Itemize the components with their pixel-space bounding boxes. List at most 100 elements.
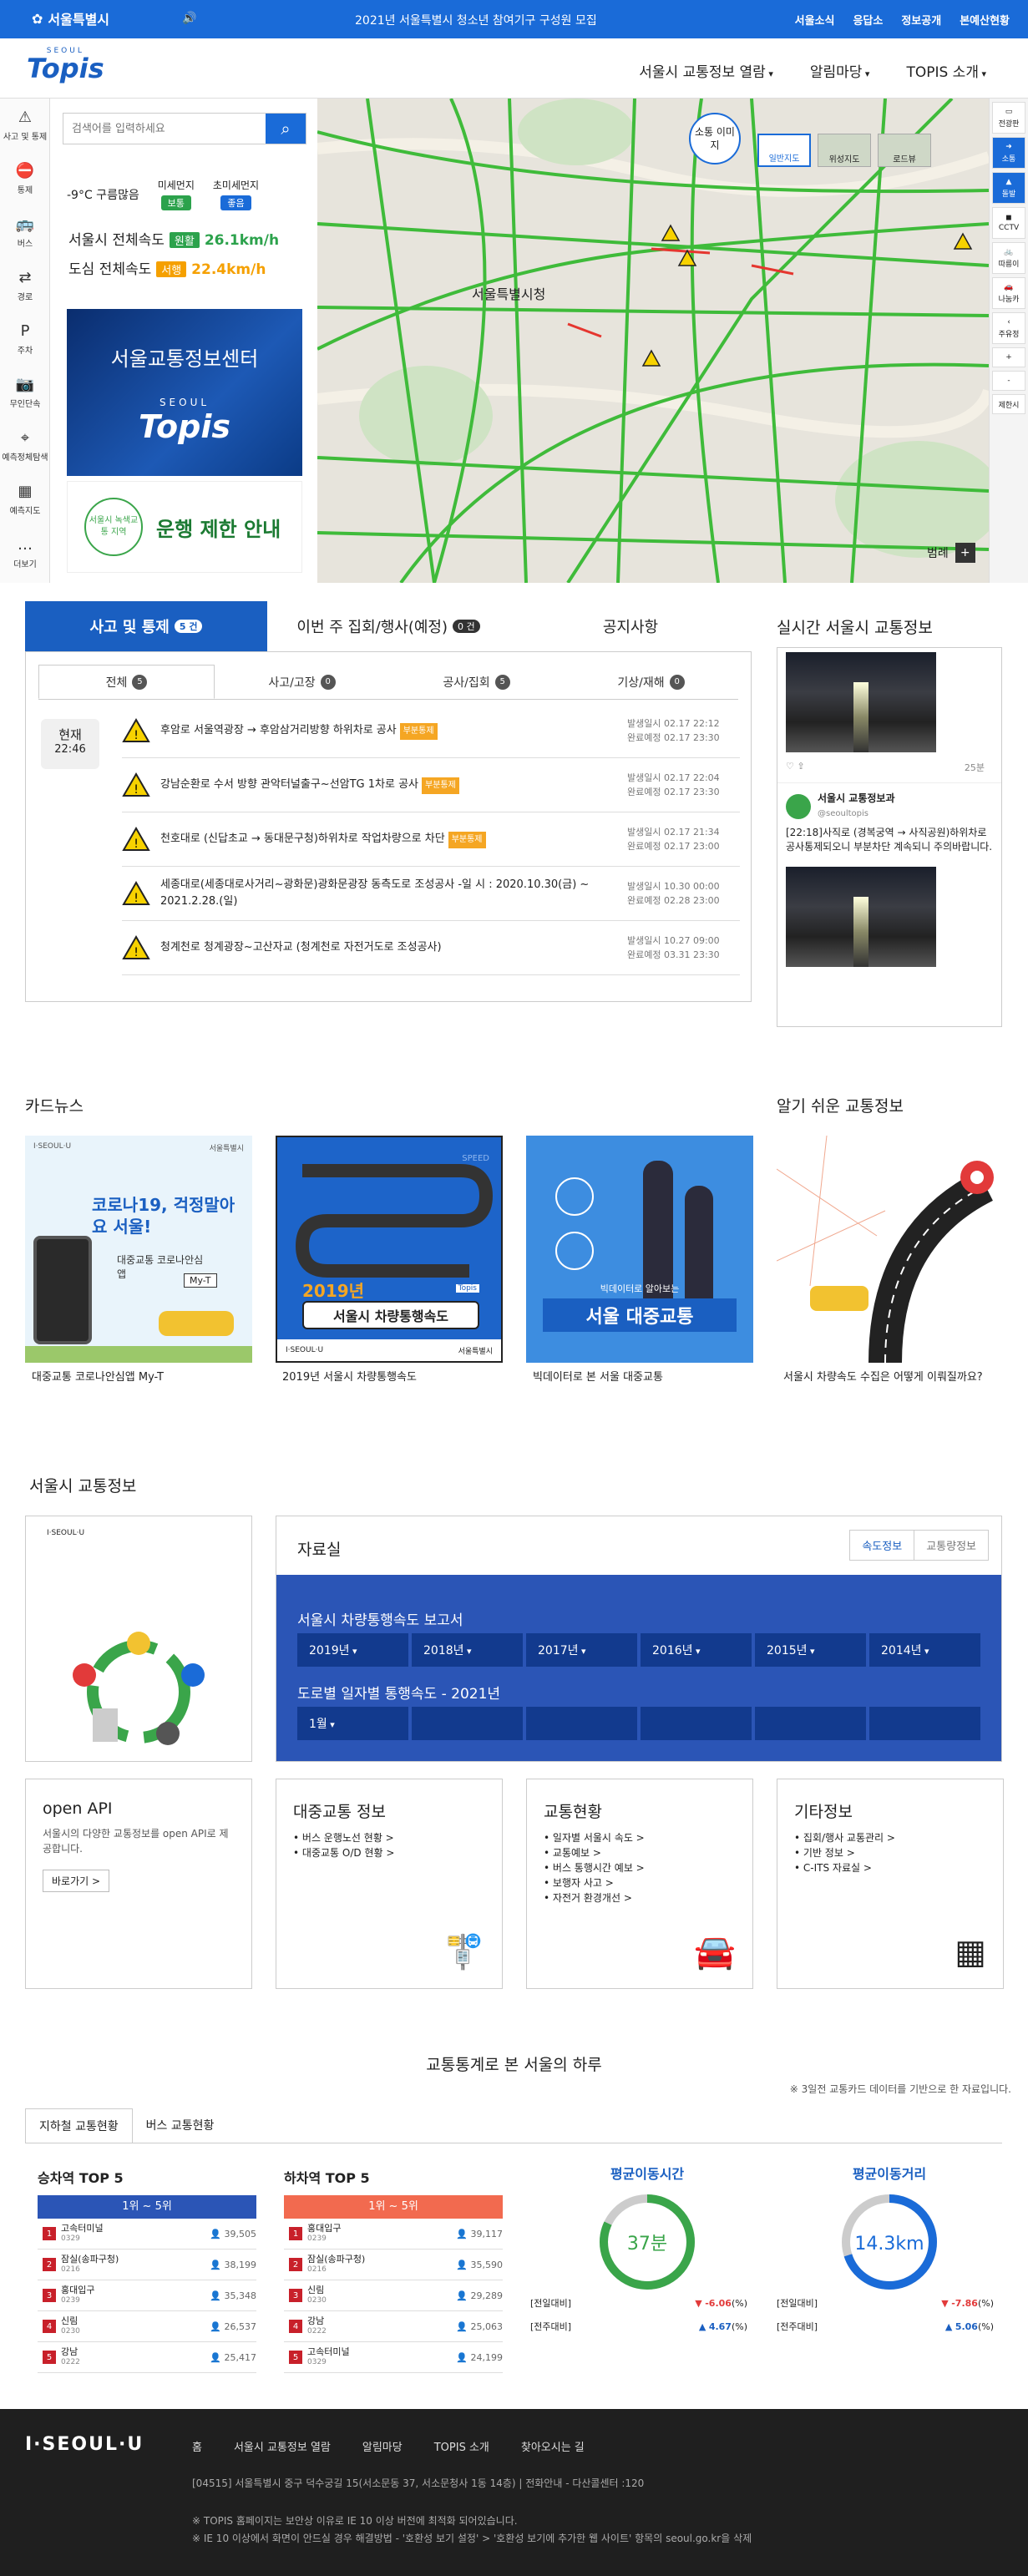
subtab-weather[interactable]: 기상/재해 0 [564,665,738,699]
card-news-2-caption[interactable]: 2019년 서울시 차량통행속도 [282,1369,509,1385]
tool-parking[interactable]: P 주차 [0,312,50,366]
link-bus-route[interactable]: 버스 운행노선 현황 > [293,1830,485,1845]
maptype-satellite[interactable]: 위성지도 [818,134,871,167]
link-transit-od[interactable]: 대중교통 O/D 현황 > [293,1845,485,1860]
accident-item[interactable]: ! 청계천로 청계광장~고산자교 (청계천로 자전거도로 조성공사) 발생일시 10… [122,921,740,975]
person-icon: 👤 [210,2228,225,2239]
footer-home[interactable]: 홈 [192,2438,202,2454]
open-api-go-button[interactable]: 바로가기 > [43,1870,110,1892]
maptype-normal[interactable]: 일반지도 [757,134,811,167]
speaker-icon[interactable]: 🔊 [182,12,196,25]
card-news-2[interactable]: SPEED 2019년 Topis 서울시 차량통행속도 I·SEOUL·U 서울… [276,1136,503,1363]
tab-speed-info[interactable]: 속도정보 [850,1531,915,1560]
year-2016[interactable]: 2016년 [641,1633,752,1667]
tool-cctv[interactable]: ◼ CCTV [992,207,1025,239]
warning-icon: ! [122,881,150,905]
topis-center-banner[interactable]: 서울교통정보센터 SEOUL Topis [67,309,302,476]
accident-item[interactable]: ! 후암로 서울역광장 → 후암삼거리방향 하위차로 공사 부분통제 발생일시 02.… [122,704,740,758]
link-event-traffic[interactable]: 집회/행사 교통관리 > [794,1830,986,1845]
tool-gas[interactable]: ‹ 주유정 [992,312,1025,344]
tab-volume-info[interactable]: 교통량정보 [914,1531,988,1560]
link-info-open[interactable]: 정보공개 [901,12,941,28]
accident-item[interactable]: ! 세종대로(세종대로사거리~광화문)광화문광장 동측도로 조성공사 -일 시 :… [122,867,740,921]
subtab-breakdown[interactable]: 사고/고장 0 [215,665,389,699]
tool-route[interactable]: ⇄ 경로 [0,259,50,312]
link-base-info[interactable]: 기반 정보 > [794,1845,986,1860]
tool-camera[interactable]: 📷 무인단속 [0,366,50,419]
tool-limit[interactable]: 제한시 [992,394,1025,414]
footer-traffic-info[interactable]: 서울시 교통정보 열람 [234,2438,331,2454]
subtab-construction[interactable]: 공사/집회 5 [389,665,564,699]
zoom-in-button[interactable]: + [992,347,1025,367]
card-news-3[interactable]: 빅데이터로 알아보는 서울 대중교통 [526,1136,753,1363]
footer-about[interactable]: TOPIS 소개 [434,2438,489,2454]
accident-tabs: 사고 및 통제 5 건 이번 주 집회/행사(예정) 0 건 공지사항 [25,601,752,651]
tool-accident[interactable]: ⚠ 사고 및 통제 [0,99,50,152]
cctv-image-2[interactable] [786,867,936,967]
person-icon: 👤 [456,2228,471,2239]
nav-about[interactable]: TOPIS 소개 [906,60,986,81]
card-news-1-caption[interactable]: 대중교통 코로나안심앱 My-T [32,1369,259,1385]
tab-accident[interactable]: 사고 및 통제 5 건 [25,601,267,651]
link-bus-time[interactable]: 버스 통행시간 예보 > [544,1860,736,1875]
tool-predict-search[interactable]: ⌖ 예측정체탐색 [0,419,50,473]
tab-notices[interactable]: 공지사항 [509,601,752,651]
traffic-map[interactable]: 서울특별시청 범례 + [317,99,989,583]
link-seoul-news[interactable]: 서울소식 [795,12,835,28]
link-bicycle[interactable]: 자전거 환경개선 > [544,1890,736,1905]
green-zone-banner[interactable]: 서울시 녹색교통 지역 운행 제한 안내 [67,481,302,573]
tool-traffic-flow[interactable]: ➜ 소통 [992,137,1025,169]
realtime-feed[interactable]: ♡ ⇪ 25분 서울시 교통정보과 @seoultopis [22:18]사직로 … [777,647,1002,1027]
tab-bus[interactable]: 버스 교통현황 [133,2108,228,2143]
seoul-logo[interactable]: ✿ 서울특별시 [32,8,109,28]
traffic-info-banner[interactable]: I·SEOUL·U [25,1516,252,1762]
tool-control[interactable]: ⛔ 통제 [0,152,50,205]
tool-billboard[interactable]: ▭ 전광판 [992,102,1025,134]
link-budget[interactable]: 본예산현황 [960,12,1010,28]
cctv-image[interactable] [786,652,936,752]
accident-item[interactable]: ! 강남순환로 수서 방향 관악터널출구~선암TG 1차로 공사 부분통제 발생일시 … [122,758,740,812]
year-2017[interactable]: 2017년 [526,1633,637,1667]
tool-incident[interactable]: ▲ 돌발 [992,172,1025,204]
tool-more[interactable]: … 더보기 [0,526,50,579]
footer-address: [04515] 서울특별시 중구 덕수궁길 15(서소문동 37, 서소문청사 … [192,2477,645,2489]
tool-predict-map[interactable]: ▦ 예측지도 [0,473,50,526]
topis-logo[interactable]: SEOUL Topis [27,47,104,82]
year-2015[interactable]: 2015년 [755,1633,866,1667]
easy-info-card[interactable] [777,1136,1004,1363]
tool-carshare[interactable]: 🚗 나눔카 [992,277,1025,309]
maptype-roadview[interactable]: 로드뷰 [878,134,931,167]
accident-item[interactable]: ! 천호대로 (신답초교 → 동대문구청)하위차로 작업차량으로 차단 부분통제 발생… [122,812,740,867]
speed-collect-illustration [777,1136,994,1363]
nav-notice[interactable]: 알림마당 [810,60,870,81]
tab-events[interactable]: 이번 주 집회/행사(예정) 0 건 [267,601,509,651]
month-select[interactable]: 1월 [297,1707,408,1740]
year-2019[interactable]: 2019년 [297,1633,408,1667]
link-forecast[interactable]: 교통예보 > [544,1845,736,1860]
sotong-image-button[interactable]: 소통 이미지 [689,113,741,164]
table-row: 1 홍대입구 0239 👤 39,117 [284,2219,503,2250]
tab-subway[interactable]: 지하철 교통현황 [25,2108,133,2143]
search-button[interactable]: ⌕ [266,114,306,144]
year-2014[interactable]: 2014년 [869,1633,980,1667]
footer-directions[interactable]: 찾아오시는 길 [521,2438,585,2454]
weather: -9°C 구름많음 미세먼지 보통 초미세먼지 좋음 [67,178,259,210]
link-cits[interactable]: C-ITS 자료실 > [794,1860,986,1875]
link-eungdapso[interactable]: 응답소 [853,12,883,28]
tool-bus[interactable]: 🚌 버스 [0,205,50,259]
nav-traffic-info[interactable]: 서울시 교통정보 열람 [639,60,773,81]
heart-icon[interactable]: ♡ ⇪ [786,761,805,774]
top-notice[interactable]: 2021년 서울특별시 청소년 참여기구 구성원 모집 [355,12,597,28]
card-news-1[interactable]: I·SEOUL·U 서울특별시 코로나19, 걱정말아요 서울! 대중교통 코로… [25,1136,252,1363]
zoom-out-button[interactable]: - [992,371,1025,391]
link-pedestrian[interactable]: 보행자 사고 > [544,1875,736,1890]
search-input[interactable] [63,114,266,144]
year-2018[interactable]: 2018년 [412,1633,523,1667]
easy-info-caption[interactable]: 서울시 차량속도 수집은 어떻게 이뤄질까요? [783,1369,1002,1385]
card-news-3-caption[interactable]: 빅데이터로 본 서울 대중교통 [533,1369,760,1385]
tool-bike[interactable]: 🚲 따릉이 [992,242,1025,274]
map-legend[interactable]: 범례 + [927,543,975,563]
footer-notice[interactable]: 알림마당 [362,2438,403,2454]
link-daily-speed[interactable]: 일자별 서울시 속도 > [544,1830,736,1845]
subtab-all[interactable]: 전체 5 [38,665,215,699]
